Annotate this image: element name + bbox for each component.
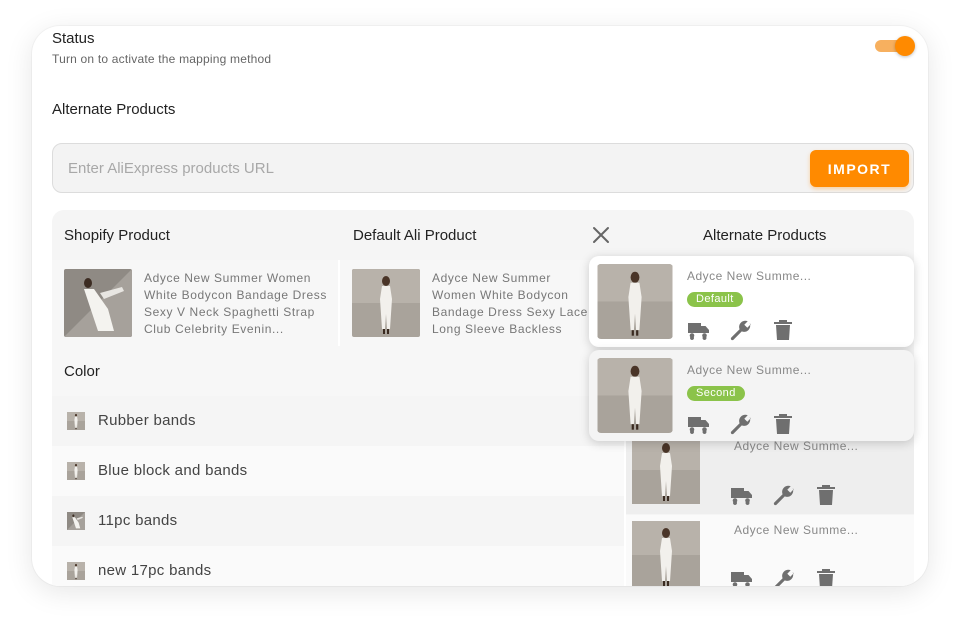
second-badge: Second — [687, 386, 745, 401]
alternate-actions — [730, 567, 840, 586]
alternate-product-image — [632, 521, 700, 586]
option-thumbnail — [67, 462, 85, 480]
popup-product-title: Adyce New Summe... — [687, 269, 812, 283]
status-title: Status — [52, 30, 95, 47]
aliexpress-url-input[interactable] — [68, 156, 768, 180]
color-option-label: Rubber bands — [98, 412, 196, 429]
header-alternate-products: Alternate Products — [703, 227, 827, 244]
popup-product-title: Adyce New Summe... — [687, 363, 812, 377]
color-option-label: 11pc bands — [98, 512, 178, 529]
trash-icon[interactable] — [771, 318, 795, 347]
header-default-ali-product: Default Ali Product — [353, 227, 477, 244]
shopify-product-image — [64, 269, 132, 337]
trash-icon[interactable] — [814, 483, 838, 512]
default-product-image — [352, 269, 420, 337]
default-product-title: Adyce New Summer Women White Bodycon Ban… — [432, 271, 588, 340]
truck-icon[interactable] — [730, 483, 754, 512]
wrench-icon[interactable] — [772, 567, 796, 586]
truck-icon[interactable] — [687, 318, 711, 347]
option-thumbnail — [67, 562, 85, 580]
color-header: Color — [64, 363, 100, 380]
truck-icon[interactable] — [730, 567, 754, 586]
alternate-product-cell: Adyce New Summe... — [626, 432, 914, 514]
wrench-icon[interactable] — [729, 318, 753, 347]
popup-product-image — [597, 358, 673, 433]
color-option-label: Blue block and bands — [98, 462, 248, 479]
wrench-icon[interactable] — [729, 412, 753, 441]
trash-icon[interactable] — [771, 412, 795, 441]
default-badge: Default — [687, 292, 743, 307]
truck-icon[interactable] — [687, 412, 711, 441]
status-subtitle: Turn on to activate the mapping method — [52, 52, 272, 66]
shopify-product-title: Adyce New Summer Women White Bodycon Ban… — [144, 271, 327, 336]
trash-icon[interactable] — [814, 567, 838, 586]
popup-actions — [687, 318, 797, 342]
url-box: IMPORT — [52, 143, 914, 193]
alternate-product-image — [632, 436, 700, 504]
popup-product-image — [597, 264, 673, 339]
header-shopify-product: Shopify Product — [64, 227, 170, 244]
alternate-products-title: Alternate Products — [52, 101, 176, 118]
alternate-product-cell: Adyce New Summe... — [626, 515, 914, 586]
import-button[interactable]: IMPORT — [810, 150, 909, 187]
alternate-popup-item[interactable]: Adyce New Summe... Default — [589, 256, 914, 347]
mapping-card: Status Turn on to activate the mapping m… — [32, 26, 928, 586]
alternate-actions — [730, 483, 840, 507]
option-thumbnail — [67, 412, 85, 430]
popup-actions — [687, 412, 797, 436]
color-option-label: new 17pc bands — [98, 562, 212, 579]
alternate-product-title: Adyce New Summe... — [734, 439, 859, 453]
status-toggle[interactable] — [875, 36, 915, 56]
alternate-product-title: Adyce New Summe... — [734, 523, 859, 537]
wrench-icon[interactable] — [772, 483, 796, 512]
toggle-knob — [895, 36, 915, 56]
option-thumbnail — [67, 512, 85, 530]
table-header: Shopify Product Default Ali Product Alte… — [52, 210, 914, 260]
alternate-popup-item[interactable]: Adyce New Summe... Second — [589, 350, 914, 441]
close-icon[interactable] — [592, 226, 610, 244]
